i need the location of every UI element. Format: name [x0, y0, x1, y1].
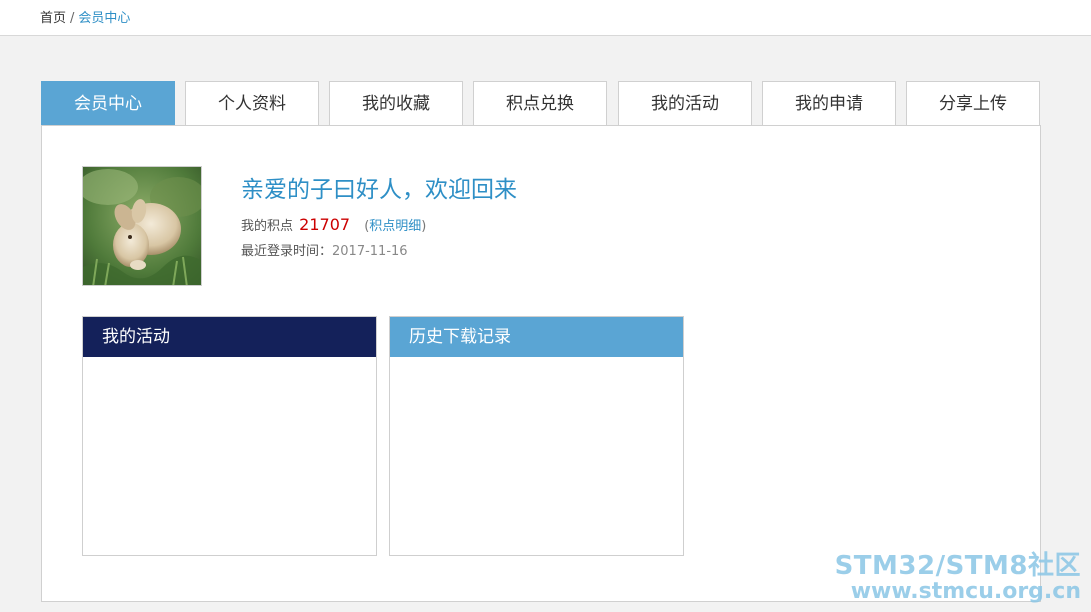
breadcrumb-home-link[interactable]: 首页 [40, 11, 66, 26]
last-login-date: 2017-11-16 [332, 244, 408, 259]
top-bar: 首页 / 会员中心 [0, 0, 1091, 36]
breadcrumb-separator: / [70, 11, 75, 26]
last-login: 最近登录时间：2017-11-16 [241, 240, 408, 259]
download-history-box: 历史下载记录 [389, 316, 684, 556]
site-watermark: STM32/STM8社区 www.stmcu.org.cn [835, 552, 1081, 604]
tab-share-upload[interactable]: 分享上传 [906, 81, 1040, 126]
tab-my-applications[interactable]: 我的申请 [762, 81, 896, 126]
member-center-panel: 亲爱的子曰好人，欢迎回来 我的积点 21707 (积点明细) 最近登录时间：20… [41, 125, 1041, 602]
avatar[interactable] [82, 166, 202, 286]
tab-points-exchange[interactable]: 积点兑换 [473, 81, 607, 126]
my-activities-title: 我的活动 [83, 317, 376, 357]
points-detail-close-paren: ) [421, 219, 427, 234]
points-value: 21707 [299, 215, 351, 234]
tab-my-activities[interactable]: 我的活动 [618, 81, 752, 126]
watermark-line1: STM32/STM8社区 [834, 551, 1081, 581]
tab-profile[interactable]: 个人资料 [185, 81, 319, 126]
avatar-image [83, 167, 201, 285]
points-label: 我的积点 [241, 219, 294, 234]
points-detail-link[interactable]: (积点明细) [364, 219, 426, 234]
points-detail-label: 积点明细 [369, 219, 422, 234]
tab-member-center[interactable]: 会员中心 [41, 81, 175, 126]
download-history-title: 历史下载记录 [390, 317, 683, 357]
last-login-label: 最近登录时间： [241, 244, 333, 259]
tab-favorites[interactable]: 我的收藏 [329, 81, 463, 126]
breadcrumb-current: 会员中心 [78, 11, 131, 26]
watermark-line2: www.stmcu.org.cn [850, 579, 1081, 604]
welcome-message: 亲爱的子曰好人，欢迎回来 [241, 177, 517, 203]
breadcrumb: 首页 / 会员中心 [40, 7, 130, 26]
points-summary: 我的积点 21707 (积点明细) [241, 215, 426, 234]
my-activities-box: 我的活动 [82, 316, 377, 556]
